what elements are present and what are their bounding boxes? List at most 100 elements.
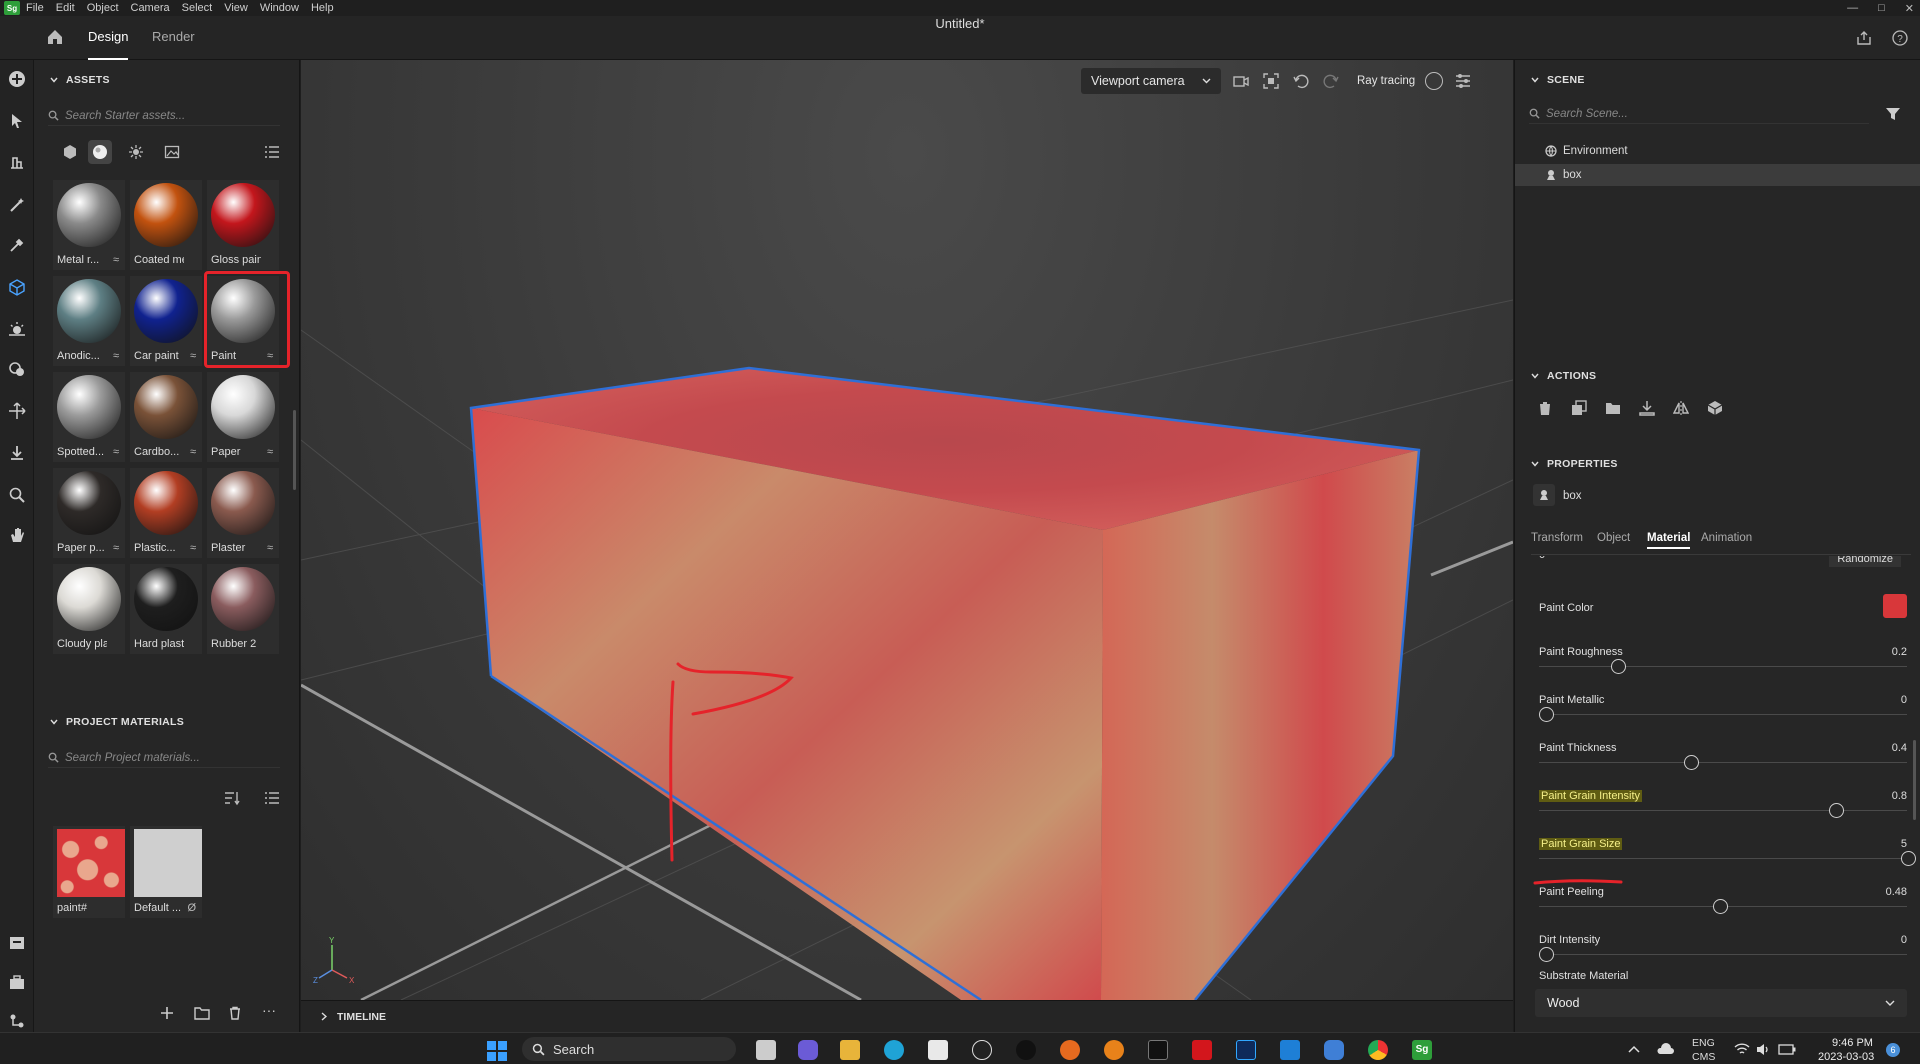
tab-animation[interactable]: Animation — [1701, 532, 1752, 544]
material-tile[interactable]: Plaster ≈ — [207, 468, 279, 558]
menu-edit[interactable]: Edit — [56, 2, 75, 14]
assets-header[interactable]: ASSETS — [50, 74, 110, 86]
material-options-icon[interactable]: ≈ — [267, 542, 273, 554]
slider-track[interactable] — [1539, 762, 1907, 763]
firefox-icon[interactable] — [1060, 1040, 1080, 1060]
slider-track[interactable] — [1539, 858, 1907, 859]
material-options-icon[interactable]: ≈ — [190, 350, 196, 362]
undo-camera-icon[interactable] — [1291, 71, 1311, 91]
menu-window[interactable]: Window — [260, 2, 299, 14]
scene-search-input[interactable]: Search Scene... — [1529, 104, 1869, 124]
assets-search-input[interactable]: Search Starter assets... — [48, 106, 280, 126]
actions-header[interactable]: ACTIONS — [1531, 370, 1596, 382]
eyedropper-icon[interactable] — [8, 236, 26, 254]
material-options-icon[interactable]: ≈ — [190, 446, 196, 458]
app-icon[interactable] — [1324, 1040, 1344, 1060]
dell-icon[interactable] — [972, 1040, 992, 1060]
filter-icon[interactable] — [1885, 106, 1901, 122]
menu-file[interactable]: File — [26, 2, 44, 14]
windows-start-icon[interactable] — [486, 1040, 508, 1062]
add-icon[interactable] — [160, 1006, 174, 1020]
place-tool-icon[interactable] — [8, 152, 26, 170]
viewport-settings-icon[interactable] — [1453, 71, 1473, 91]
slider-track[interactable] — [1539, 714, 1907, 715]
scene-header[interactable]: SCENE — [1531, 74, 1585, 86]
duplicate-icon[interactable] — [1571, 400, 1587, 416]
notification-badge[interactable]: 6 — [1886, 1043, 1900, 1057]
scene-graph-icon[interactable] — [8, 1012, 26, 1030]
list-view-icon[interactable] — [264, 790, 280, 806]
viewport-3d[interactable]: Y X Z Viewport camera Ray tracing — [301, 60, 1513, 1000]
select-tool-icon[interactable] — [8, 112, 26, 130]
language-indicator[interactable]: ENG — [1692, 1037, 1715, 1049]
home-icon[interactable] — [46, 28, 64, 46]
tab-object[interactable]: Object — [1597, 532, 1630, 544]
magic-wand-icon[interactable] — [8, 196, 26, 214]
material-options-icon[interactable]: ≈ — [113, 446, 119, 458]
app-icon[interactable] — [1016, 1040, 1036, 1060]
material-tile[interactable]: Plastic... ≈ — [130, 468, 202, 558]
trash-icon[interactable] — [228, 1006, 242, 1020]
scene-item-environment[interactable]: Environment — [1515, 140, 1920, 162]
material-tile[interactable]: Spotted... ≈ — [53, 372, 125, 462]
models-filter-icon[interactable] — [62, 144, 78, 160]
slider-knob[interactable] — [1712, 899, 1728, 914]
clock-date[interactable]: 2023-03-03 — [1818, 1051, 1874, 1063]
material-tile[interactable]: Car paint ≈ — [130, 276, 202, 366]
slider-knob[interactable] — [1901, 851, 1916, 866]
material-tile[interactable]: Rubber 2 — [207, 564, 279, 654]
input-method-indicator[interactable]: CMS — [1692, 1051, 1715, 1063]
material-tile[interactable]: Coated me... — [130, 180, 202, 270]
material-options-icon[interactable]: ≈ — [113, 350, 119, 362]
slider-knob[interactable] — [1539, 947, 1554, 962]
teams-icon[interactable] — [798, 1040, 818, 1060]
scene-item-box[interactable]: box — [1515, 164, 1920, 186]
help-icon[interactable]: ? — [1892, 30, 1908, 46]
delete-icon[interactable] — [1537, 400, 1553, 416]
tab-design[interactable]: Design — [88, 16, 129, 60]
assets-scrollbar[interactable] — [293, 410, 296, 490]
material-tile[interactable]: Cloudy pla... — [53, 564, 125, 654]
tab-render[interactable]: Render — [152, 16, 195, 60]
wifi-icon[interactable] — [1734, 1043, 1750, 1056]
zoom-icon[interactable] — [8, 486, 26, 504]
images-filter-icon[interactable] — [164, 144, 180, 160]
viewport-camera-select[interactable]: Viewport camera — [1081, 68, 1221, 94]
material-tile[interactable]: Hard plastic — [130, 564, 202, 654]
taskbar-search-box[interactable]: Search — [522, 1037, 736, 1061]
slider-track[interactable] — [1539, 666, 1907, 667]
menu-object[interactable]: Object — [87, 2, 119, 14]
materials-filter-button[interactable] — [88, 140, 112, 164]
material-options-icon[interactable]: ≈ — [113, 254, 119, 266]
list-view-icon[interactable] — [264, 144, 280, 160]
cube-icon[interactable] — [8, 278, 26, 296]
material-tile[interactable]: Anodic... ≈ — [53, 276, 125, 366]
menu-view[interactable]: View — [224, 2, 248, 14]
clock-time[interactable]: 9:46 PM — [1832, 1037, 1873, 1049]
file-explorer-icon[interactable] — [840, 1040, 860, 1060]
lights-filter-icon[interactable] — [128, 144, 144, 160]
menu-help[interactable]: Help — [311, 2, 334, 14]
project-material-tile[interactable]: Default ... Ø — [130, 826, 202, 918]
share-icon[interactable] — [1856, 30, 1872, 46]
photoshop-icon[interactable] — [1236, 1040, 1256, 1060]
slider-knob[interactable] — [1683, 755, 1699, 770]
minimize-icon[interactable]: — — [1847, 2, 1858, 14]
maximize-icon[interactable]: □ — [1878, 2, 1885, 14]
paint-tool-icon[interactable] — [8, 360, 26, 378]
slider-knob[interactable] — [1539, 707, 1554, 722]
slider-track[interactable] — [1539, 810, 1907, 811]
redo-camera-icon[interactable] — [1321, 71, 1341, 91]
material-options-icon[interactable]: ≈ — [267, 446, 273, 458]
folder-icon[interactable] — [194, 1006, 210, 1020]
slider-knob[interactable] — [1828, 803, 1844, 818]
onedrive-icon[interactable] — [1656, 1042, 1674, 1056]
briefcase-icon[interactable] — [8, 974, 26, 992]
drop-to-floor-icon[interactable] — [8, 444, 26, 462]
group-icon[interactable] — [1605, 400, 1621, 416]
mirror-icon[interactable] — [1673, 400, 1689, 416]
add-icon[interactable] — [8, 70, 26, 88]
close-icon[interactable]: ✕ — [1905, 2, 1914, 15]
more-options-icon[interactable]: ··· — [262, 1002, 276, 1018]
volume-icon[interactable] — [1756, 1043, 1770, 1056]
